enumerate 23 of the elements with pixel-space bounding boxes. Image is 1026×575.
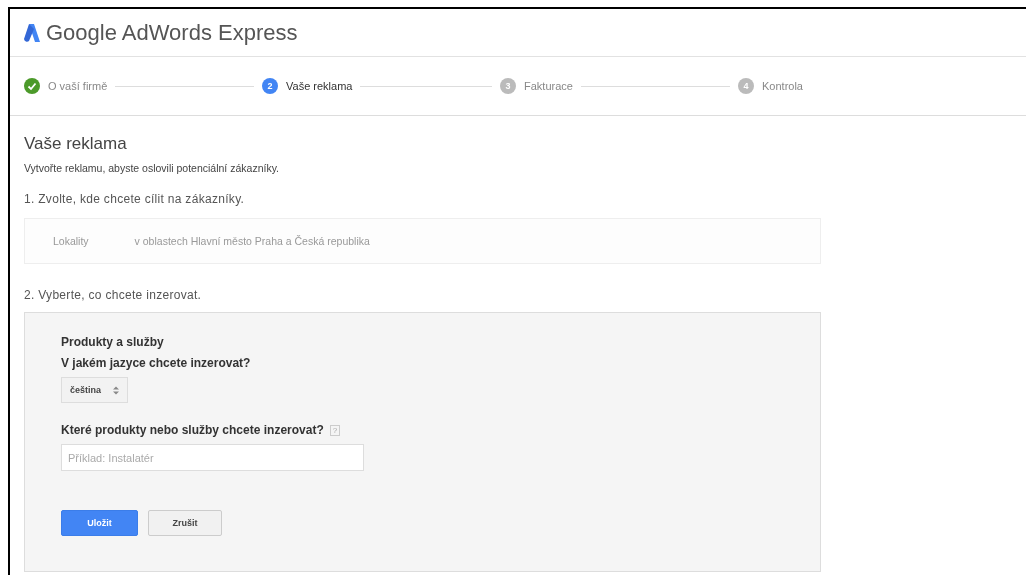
logo-icon: [24, 23, 40, 42]
field-label: Které produkty nebo služby chcete inzerovat?: [61, 423, 324, 437]
field-label: V jakém jazyce chcete inzerovat?: [61, 356, 252, 370]
location-label: Lokality: [53, 235, 89, 247]
app-title: Google AdWords Express: [46, 19, 298, 46]
step-label: Vaše reklama: [286, 80, 353, 92]
location-value: v oblastech Hlavní město Praha a Česká republika: [134, 235, 370, 247]
section-title: 2. Vyberte, co chcete inzerovat.: [24, 288, 203, 302]
step-label: Fakturace: [524, 80, 573, 92]
page-subtitle: Vytvořte reklamu, abyste oslovili potenciální zákazníky.: [24, 162, 281, 174]
step-number: 3: [500, 78, 516, 94]
page-heading: Vaše reklama: [24, 134, 128, 154]
products-input[interactable]: Příklad: Instalatér: [61, 444, 364, 471]
cancel-button[interactable]: Zrušit: [148, 510, 222, 536]
step-label: Kontrola: [762, 80, 803, 92]
step-number: 4: [738, 78, 754, 94]
language-select[interactable]: čeština: [61, 377, 129, 403]
panel-title: Produkty a služby: [61, 335, 165, 349]
save-button[interactable]: Uložit: [61, 510, 138, 536]
section-title: 1. Zvolte, kde chcete cílit na zákazníky.: [24, 192, 246, 206]
step-number: 2: [262, 78, 278, 94]
step-label: O vaší firmě: [48, 80, 108, 92]
spinner-icon: [113, 385, 120, 395]
